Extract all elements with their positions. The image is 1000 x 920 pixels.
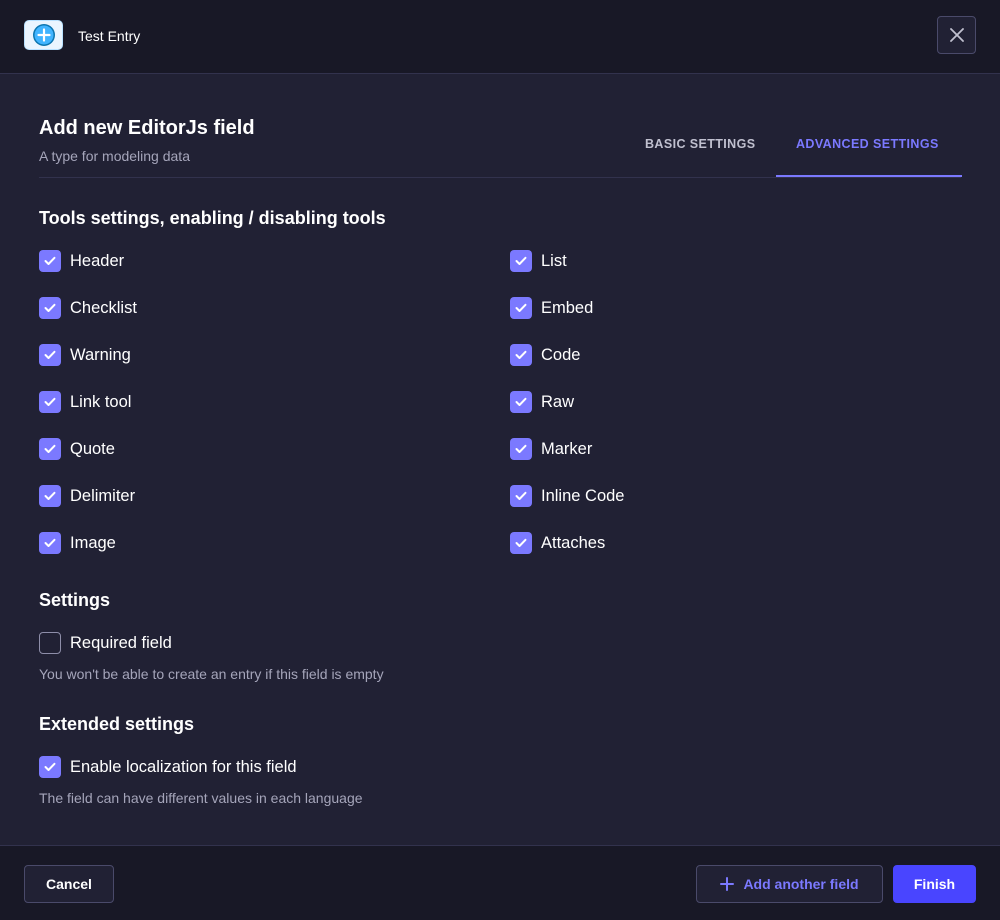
check-icon bbox=[510, 391, 532, 413]
check-icon bbox=[39, 391, 61, 413]
tool-label: Quote bbox=[70, 439, 115, 458]
empty-checkbox-icon bbox=[39, 632, 61, 654]
tool-label: Code bbox=[541, 345, 581, 364]
tool-link-checkbox[interactable]: Link tool bbox=[39, 391, 131, 413]
tool-label: Image bbox=[70, 533, 116, 552]
close-icon bbox=[949, 28, 964, 42]
tools-heading: Tools settings, enabling / disabling too… bbox=[39, 208, 386, 228]
tool-code-checkbox[interactable]: Code bbox=[510, 344, 580, 366]
tab-basic-settings[interactable]: BASIC SETTINGS bbox=[645, 137, 755, 151]
tool-embed-checkbox[interactable]: Embed bbox=[510, 297, 593, 319]
tool-warning-checkbox[interactable]: Warning bbox=[39, 344, 131, 366]
tool-marker-checkbox[interactable]: Marker bbox=[510, 438, 592, 460]
modal-title: Add new EditorJs field bbox=[39, 117, 255, 139]
check-icon bbox=[510, 438, 532, 460]
tool-label: Checklist bbox=[70, 298, 137, 317]
check-icon bbox=[510, 532, 532, 554]
check-icon bbox=[39, 756, 61, 778]
localization-checkbox[interactable]: Enable localization for this field bbox=[39, 756, 297, 778]
plus-icon bbox=[720, 877, 735, 891]
cancel-button[interactable]: Cancel bbox=[24, 865, 114, 903]
check-icon bbox=[510, 297, 532, 319]
check-icon bbox=[39, 297, 61, 319]
tool-checklist-checkbox[interactable]: Checklist bbox=[39, 297, 137, 319]
tool-label: Warning bbox=[70, 345, 131, 364]
required-field-checkbox[interactable]: Required field bbox=[39, 632, 172, 654]
localization-hint: The field can have different values in e… bbox=[39, 790, 363, 806]
add-another-field-label: Add another field bbox=[743, 876, 859, 892]
tool-label: Marker bbox=[541, 439, 593, 458]
finish-button[interactable]: Finish bbox=[893, 865, 976, 903]
check-icon bbox=[510, 485, 532, 507]
tool-label: Attaches bbox=[541, 533, 606, 552]
tool-label: List bbox=[541, 251, 567, 270]
check-icon bbox=[39, 250, 61, 272]
modal-subtitle: A type for modeling data bbox=[39, 148, 190, 164]
check-icon bbox=[39, 438, 61, 460]
settings-heading: Settings bbox=[39, 590, 111, 610]
tabs-divider bbox=[39, 177, 961, 178]
tool-label: Link tool bbox=[70, 392, 132, 411]
top-bar bbox=[0, 0, 1000, 74]
tab-advanced-settings[interactable]: ADVANCED SETTINGS bbox=[796, 137, 939, 151]
required-field-label: Required field bbox=[70, 633, 172, 652]
tool-label: Inline Code bbox=[541, 486, 625, 505]
active-tab-indicator bbox=[776, 175, 962, 177]
localization-label: Enable localization for this field bbox=[70, 757, 297, 776]
tool-attaches-checkbox[interactable]: Attaches bbox=[510, 532, 605, 554]
tool-label: Header bbox=[70, 251, 125, 270]
extended-settings-heading: Extended settings bbox=[39, 714, 195, 734]
tool-image-checkbox[interactable]: Image bbox=[39, 532, 116, 554]
check-icon bbox=[39, 344, 61, 366]
tool-header-checkbox[interactable]: Header bbox=[39, 250, 124, 272]
tool-raw-checkbox[interactable]: Raw bbox=[510, 391, 574, 413]
check-icon bbox=[510, 250, 532, 272]
check-icon bbox=[39, 532, 61, 554]
add-another-field-button[interactable]: Add another field bbox=[696, 865, 883, 903]
app-title: Test Entry bbox=[78, 28, 141, 44]
check-icon bbox=[39, 485, 61, 507]
tool-label: Raw bbox=[541, 392, 575, 411]
tool-inline-code-checkbox[interactable]: Inline Code bbox=[510, 485, 624, 507]
tool-list-checkbox[interactable]: List bbox=[510, 250, 567, 272]
check-icon bbox=[510, 344, 532, 366]
tool-label: Delimiter bbox=[70, 486, 136, 505]
tool-quote-checkbox[interactable]: Quote bbox=[39, 438, 115, 460]
close-button[interactable] bbox=[937, 16, 976, 54]
plus-circle-icon bbox=[24, 20, 63, 50]
tool-label: Embed bbox=[541, 298, 594, 317]
tool-delimiter-checkbox[interactable]: Delimiter bbox=[39, 485, 135, 507]
required-field-hint: You won't be able to create an entry if … bbox=[39, 666, 384, 682]
